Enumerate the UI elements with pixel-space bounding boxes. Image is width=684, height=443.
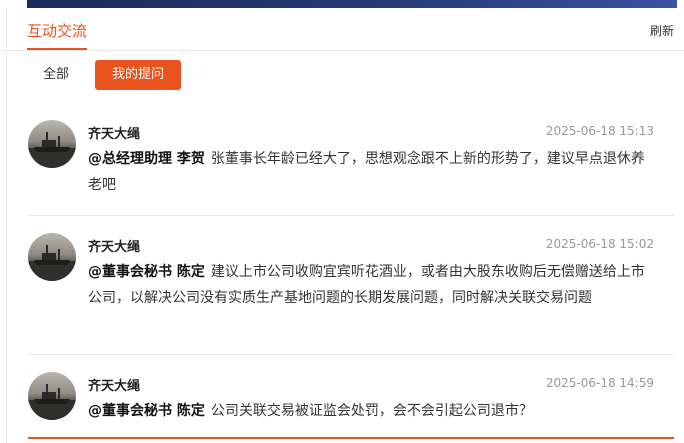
post-content: @总经理助理 李贺 张董事长年龄已经大了，思想观念跟不上新的形势了，建议早点退休养… bbox=[88, 146, 654, 198]
post-time: 2025-06-18 15:13 bbox=[545, 124, 654, 138]
post-time: 2025-06-18 15:02 bbox=[545, 237, 654, 251]
top-banner-image bbox=[27, 0, 677, 8]
ship-photo-icon bbox=[28, 245, 76, 281]
username[interactable]: 齐天大绳 bbox=[88, 375, 140, 394]
question-text: 公司关联交易被证监会处罚，会不会引起公司退市？ bbox=[210, 403, 533, 419]
list-item: 齐天大绳 2025-06-18 15:13 @总经理助理 李贺 张董事长年龄已经大… bbox=[28, 103, 674, 216]
section-title-tab[interactable]: 互动交流 bbox=[27, 20, 88, 50]
tab-all[interactable]: 全部 bbox=[28, 60, 84, 90]
section-header: 互动交流 刷新 bbox=[0, 8, 684, 51]
ship-photo-icon bbox=[28, 384, 76, 420]
list-item: 齐天大绳 2025-06-18 15:02 @董事会秘书 陈定 建议上市公司收购宜… bbox=[28, 216, 674, 355]
tab-my-questions[interactable]: 我的提问 bbox=[95, 60, 181, 90]
left-divider bbox=[6, 8, 7, 443]
post-content: @董事会秘书 陈定 公司关联交易被证监会处罚，会不会引起公司退市？ bbox=[88, 398, 654, 424]
question-list: 齐天大绳 2025-06-18 15:13 @总经理助理 李贺 张董事长年龄已经大… bbox=[28, 103, 674, 439]
mention-link[interactable]: @总经理助理 李贺 bbox=[88, 151, 205, 167]
post-time: 2025-06-18 14:59 bbox=[545, 376, 654, 390]
mention-link[interactable]: @董事会秘书 陈定 bbox=[88, 264, 205, 280]
avatar[interactable] bbox=[28, 372, 76, 420]
post-content: @董事会秘书 陈定 建议上市公司收购宜宾听花酒业，或者由大股东收购后无偿赠送给上市… bbox=[88, 259, 654, 311]
avatar[interactable] bbox=[28, 120, 76, 168]
ship-photo-icon bbox=[28, 132, 76, 168]
avatar[interactable] bbox=[28, 233, 76, 281]
refresh-button[interactable]: 刷新 bbox=[650, 22, 674, 39]
username[interactable]: 齐天大绳 bbox=[88, 123, 140, 142]
list-item: 齐天大绳 2025-06-18 14:59 @董事会秘书 陈定 公司关联交易被证监… bbox=[28, 355, 674, 439]
username[interactable]: 齐天大绳 bbox=[88, 236, 140, 255]
mention-link[interactable]: @董事会秘书 陈定 bbox=[88, 403, 205, 419]
